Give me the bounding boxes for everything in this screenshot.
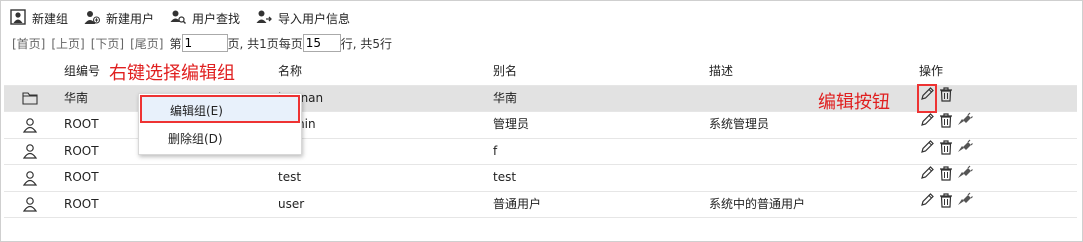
cell-alias: test	[493, 170, 517, 184]
move-button[interactable]	[957, 112, 973, 137]
cell-name: user	[278, 196, 305, 211]
edit-button[interactable]	[919, 139, 935, 164]
user-icon	[22, 165, 38, 190]
first-page-link[interactable]: [首页]	[12, 35, 45, 52]
cell-description: 系统管理员	[709, 117, 770, 131]
cell-alias: 华南	[493, 90, 518, 105]
user-icon	[22, 192, 38, 217]
row-actions	[917, 83, 954, 113]
row-actions	[919, 192, 973, 217]
new-group-label: 新建组	[32, 11, 69, 26]
folder-icon	[22, 86, 38, 111]
page-number-input[interactable]	[181, 34, 228, 52]
delete-button[interactable]	[938, 112, 954, 137]
cell-group-id: 华南	[64, 90, 89, 105]
import-users-label: 导入用户信息	[278, 11, 351, 26]
find-user-label: 用户查找	[192, 11, 241, 26]
cell-alias: 普通用户	[493, 196, 542, 211]
cell-description: 系统中的普通用户	[709, 196, 806, 211]
delete-button[interactable]	[938, 139, 954, 164]
header-name[interactable]: 名称	[278, 59, 302, 84]
next-page-link[interactable]: [下页]	[91, 35, 124, 52]
page-prefix: 第	[169, 36, 182, 51]
cell-group-id: ROOT	[64, 117, 99, 131]
delete-group-menu-item[interactable]: 删除组(D)	[140, 125, 300, 153]
pencil-icon	[921, 86, 934, 100]
new-group-button[interactable]: 新建组	[10, 8, 69, 28]
edit-button[interactable]	[919, 165, 935, 190]
cell-group-id: ROOT	[64, 196, 99, 211]
delete-button[interactable]	[938, 165, 954, 190]
new-user-label: 新建用户	[106, 11, 155, 26]
cell-group-id: ROOT	[64, 170, 99, 184]
move-button[interactable]	[957, 165, 973, 190]
header-description[interactable]: 描述	[709, 59, 733, 84]
header-alias[interactable]: 别名	[493, 59, 517, 84]
pagination: [首页] [上页] [下页] [尾页] 第 页, 共1页每页 行, 共5行	[12, 33, 392, 53]
user-import-icon	[256, 9, 272, 28]
move-icon	[958, 139, 973, 152]
trash-icon	[940, 192, 952, 208]
last-page-link[interactable]: [尾页]	[130, 35, 163, 52]
table-row[interactable]: ROOT test test	[4, 165, 1077, 192]
context-menu: 编辑组(E) 删除组(D)	[138, 93, 302, 155]
annotation-edit-button: 编辑按钮	[818, 92, 890, 113]
edit-button[interactable]	[919, 112, 935, 137]
move-button[interactable]	[957, 139, 973, 164]
pencil-icon	[921, 192, 934, 206]
header-operations: 操作	[919, 64, 944, 78]
delete-button[interactable]	[938, 192, 954, 217]
header-group-id[interactable]: 组编号	[64, 59, 100, 84]
table-row[interactable]: ROOT user 普通用户 系统中的普通用户	[4, 192, 1077, 218]
new-user-icon	[84, 9, 101, 28]
user-icon	[22, 112, 38, 137]
edit-button[interactable]	[917, 83, 937, 113]
size-suffix: 行, 共5行	[340, 36, 393, 51]
edit-button[interactable]	[919, 192, 935, 217]
trash-icon	[940, 139, 952, 155]
move-icon	[958, 112, 973, 125]
pencil-icon	[921, 166, 934, 179]
pencil-icon	[921, 113, 934, 126]
user-search-icon	[170, 9, 187, 28]
pencil-icon	[921, 139, 934, 153]
toolbar: 新建组 新建用户 用户查找 导入用户信息	[10, 8, 350, 28]
annotation-right-click: 右键选择编辑组	[109, 63, 235, 84]
trash-icon	[940, 113, 952, 128]
cell-alias: 管理员	[493, 117, 530, 131]
trash-icon	[940, 166, 952, 181]
cell-alias: f	[493, 143, 498, 158]
trash-icon	[940, 86, 952, 102]
edit-group-menu-item[interactable]: 编辑组(E)	[140, 95, 300, 123]
user-icon	[22, 139, 38, 164]
move-icon	[958, 165, 973, 178]
cell-name: test	[278, 170, 302, 184]
move-button[interactable]	[957, 192, 973, 217]
row-actions	[919, 165, 973, 190]
cell-group-id: ROOT	[64, 143, 99, 158]
new-user-button[interactable]: 新建用户	[84, 9, 154, 28]
prev-page-link[interactable]: [上页]	[51, 35, 84, 52]
row-actions	[919, 112, 973, 137]
page-size-input[interactable]	[302, 34, 341, 52]
page-suffix: 页, 共1页每页	[227, 36, 303, 51]
row-actions	[919, 139, 973, 164]
import-users-button[interactable]: 导入用户信息	[256, 9, 350, 28]
move-icon	[958, 192, 973, 205]
delete-button[interactable]	[938, 86, 954, 111]
new-group-icon	[10, 8, 26, 28]
find-user-button[interactable]: 用户查找	[170, 9, 240, 28]
